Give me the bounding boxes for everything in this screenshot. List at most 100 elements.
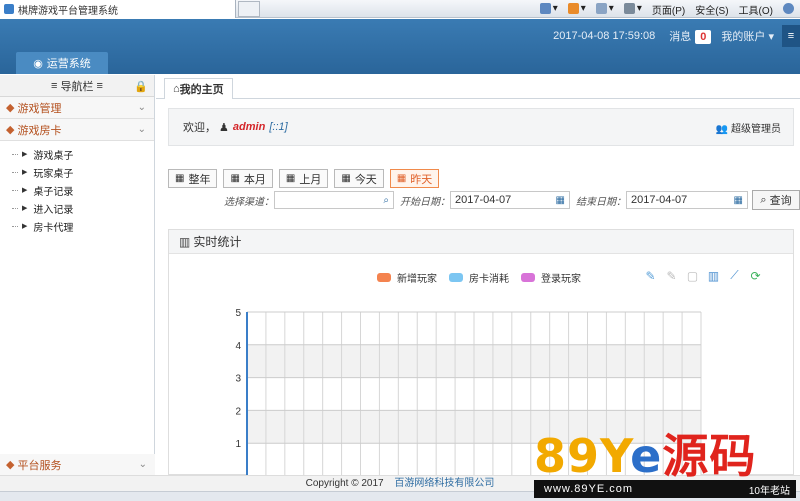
sidebar-group-label: 游戏管理 (17, 102, 62, 115)
user-role-label: 超级管理员 (731, 123, 781, 135)
system-tab-label: 运营系统 (46, 58, 91, 70)
sidebar: ≡ 导航栏 ≡ 🔒 ◆ 游戏管理 ⌄ ◆ 游戏房卡 ⌄ ▶ 游戏桌子 ▶ 玩家桌子 … (0, 75, 155, 476)
header-right: 2017-04-08 17:59:08 消息 0 我的账户 ▾ ≡ (553, 25, 800, 47)
sidebar-title: ≡ 导航栏 ≡ 🔒 (0, 75, 154, 97)
y-tick-label: 2 (235, 406, 241, 417)
legend-swatch (521, 273, 535, 282)
browser-tools: ▾ ▾ ▾ ▾ 页面(P) 安全(S) 工具(O) (539, 0, 796, 18)
footer-company[interactable]: 百游网络科技有限公司 (394, 478, 494, 489)
favicon-icon (4, 4, 14, 14)
sidebar-item-label: 玩家桌子 (33, 168, 74, 180)
chart-toolbox: ✎ ✎ ▢ ▥ ⟋ ⟳ (643, 268, 763, 283)
sidebar-group-game-manage[interactable]: ◆ 游戏管理 ⌄ (0, 97, 154, 119)
calendar-icon: ▦ (230, 173, 240, 184)
range-yesterday-button[interactable]: ▦ 昨天 (389, 169, 440, 188)
print-icon[interactable]: ▾ (623, 3, 642, 15)
channel-select[interactable]: ⌕ (274, 191, 394, 209)
chevron-down-icon: ⌄ (138, 459, 147, 470)
menu-safety[interactable]: 安全(S) (695, 2, 728, 17)
calendar-icon: ▦ (733, 195, 743, 206)
search-icon: ⌕ (760, 193, 770, 206)
sidebar-item-label: 桌子记录 (33, 186, 74, 198)
range-label: 整年 (188, 173, 211, 186)
clear-icon[interactable]: ▢ (685, 268, 700, 283)
line-chart-icon[interactable]: ⟋ (727, 268, 742, 283)
caret-right-icon: ▶ (22, 187, 28, 194)
new-tab-button[interactable] (238, 1, 260, 17)
calendar-icon: ▦ (175, 173, 185, 184)
tab-home[interactable]: ⌂ 我的主页 (164, 78, 233, 99)
system-tab[interactable]: ◉ 运营系统 (16, 52, 108, 74)
range-today-button[interactable]: ▦ 今天 (334, 169, 384, 188)
calendar-icon: ▦ (285, 173, 296, 184)
sidebar-item-label: 房卡代理 (33, 222, 74, 234)
legend-item[interactable]: 新增玩家 (377, 270, 437, 285)
tag-icon: ◆ (6, 102, 15, 114)
query-button[interactable]: ⌕ 查询 (752, 190, 800, 210)
sidebar-title-label: 导航栏 (60, 80, 94, 93)
start-date-value: 2017-04-07 (455, 194, 512, 206)
sidebar-bottom: ◆ 平台服务 ⌄ (0, 454, 155, 476)
end-date-label: 结束日期： (576, 196, 626, 208)
sidebar-item-label: 进入记录 (33, 204, 74, 216)
bar-chart-icon: ▥ (179, 234, 191, 249)
help-icon[interactable] (783, 3, 796, 15)
tab-home-label: 我的主页 (179, 84, 224, 96)
legend-item[interactable]: 房卡消耗 (449, 270, 509, 285)
tab-bar: ⌂ 我的主页 (156, 75, 800, 99)
stats-panel-header: ▥ 实时统计 (169, 230, 793, 254)
range-label: 本月 (243, 173, 266, 186)
sidebar-item-entry-record[interactable]: ▶ 进入记录 (12, 199, 154, 217)
range-year-button[interactable]: ▦ 整年 (168, 169, 218, 188)
mail-icon[interactable]: ▾ (595, 3, 614, 15)
account-menu[interactable]: 我的账户 ▾ (721, 28, 774, 44)
y-tick-label: 3 (235, 374, 241, 385)
users-icon: 👥 (715, 123, 731, 135)
chevron-down-icon: ▾ (768, 31, 774, 43)
sidebar-item-game-table[interactable]: ▶ 游戏桌子 (12, 145, 154, 163)
range-month-button[interactable]: ▦ 本月 (223, 169, 273, 188)
bar-chart-icon[interactable]: ▥ (706, 268, 721, 283)
lock-icon[interactable]: 🔒 (134, 80, 148, 93)
sidebar-item-table-record[interactable]: ▶ 桌子记录 (12, 181, 154, 199)
footer-copyright: Copyright © 2017 (305, 478, 384, 489)
home-icon[interactable]: ▾ (539, 3, 558, 15)
watermark-strip: www.89YE.com 10年老站 (534, 480, 796, 498)
sidebar-subitems: ▶ 游戏桌子 ▶ 玩家桌子 ▶ 桌子记录 ▶ 进入记录 ▶ 房卡代理 (0, 141, 154, 235)
start-date-label: 开始日期： (400, 196, 450, 208)
y-tick-label: 1 (235, 439, 241, 450)
menu-icon[interactable]: ≡ (782, 25, 800, 47)
sidebar-item-player-table[interactable]: ▶ 玩家桌子 (12, 163, 154, 181)
range-buttons: ▦ 整年 ▦ 本月 ▦ 上月 ▦ 今天 ▦ 昨天 (168, 169, 440, 188)
channel-label: 选择渠道： (224, 196, 274, 208)
refresh-icon[interactable]: ⟳ (748, 268, 763, 283)
main-content: ⌂ 我的主页 欢迎， ♟ admin [::1] 👥 超级管理员 ▦ 整年 ▦ 本月… (156, 75, 800, 476)
menu-tools[interactable]: 工具(O) (739, 2, 773, 17)
messages-link[interactable]: 消息 0 (669, 28, 712, 44)
caret-right-icon: ▶ (22, 205, 28, 212)
mark-icon[interactable]: ✎ (643, 268, 658, 283)
watermark-logo: 89Ye源码 www.89YE.com 10年老站 (534, 428, 796, 498)
sidebar-group-room-card[interactable]: ◆ 游戏房卡 ⌄ (0, 119, 154, 141)
sidebar-group-platform-service[interactable]: ◆ 平台服务 ⌄ (0, 454, 155, 476)
messages-label: 消息 (669, 31, 692, 43)
sidebar-item-card-agent[interactable]: ▶ 房卡代理 (12, 217, 154, 235)
feed-icon[interactable]: ▾ (567, 3, 586, 15)
legend-item[interactable]: 登录玩家 (521, 270, 581, 285)
legend-label: 登录玩家 (541, 274, 581, 285)
range-last-month-button[interactable]: ▦ 上月 (278, 169, 329, 188)
browser-tab-title: 棋牌游戏平台管理系统 (18, 5, 118, 17)
range-label: 上月 (299, 173, 322, 186)
end-date-input[interactable]: 2017-04-07 ▦ (626, 191, 748, 209)
sidebar-group-label: 游戏房卡 (17, 124, 62, 137)
menu-page[interactable]: 页面(P) (652, 2, 685, 17)
query-button-label: 查询 (769, 195, 792, 207)
username: admin (232, 121, 266, 133)
start-date-input[interactable]: 2017-04-07 ▦ (450, 191, 570, 209)
caret-right-icon: ▶ (22, 151, 28, 158)
browser-tab[interactable]: 棋牌游戏平台管理系统 (0, 0, 236, 18)
watermark-title: 89Ye源码 (534, 429, 757, 483)
y-tick-label: 5 (235, 308, 241, 319)
mark-undo-icon[interactable]: ✎ (664, 268, 679, 283)
list-icon: ≡ (51, 79, 61, 92)
